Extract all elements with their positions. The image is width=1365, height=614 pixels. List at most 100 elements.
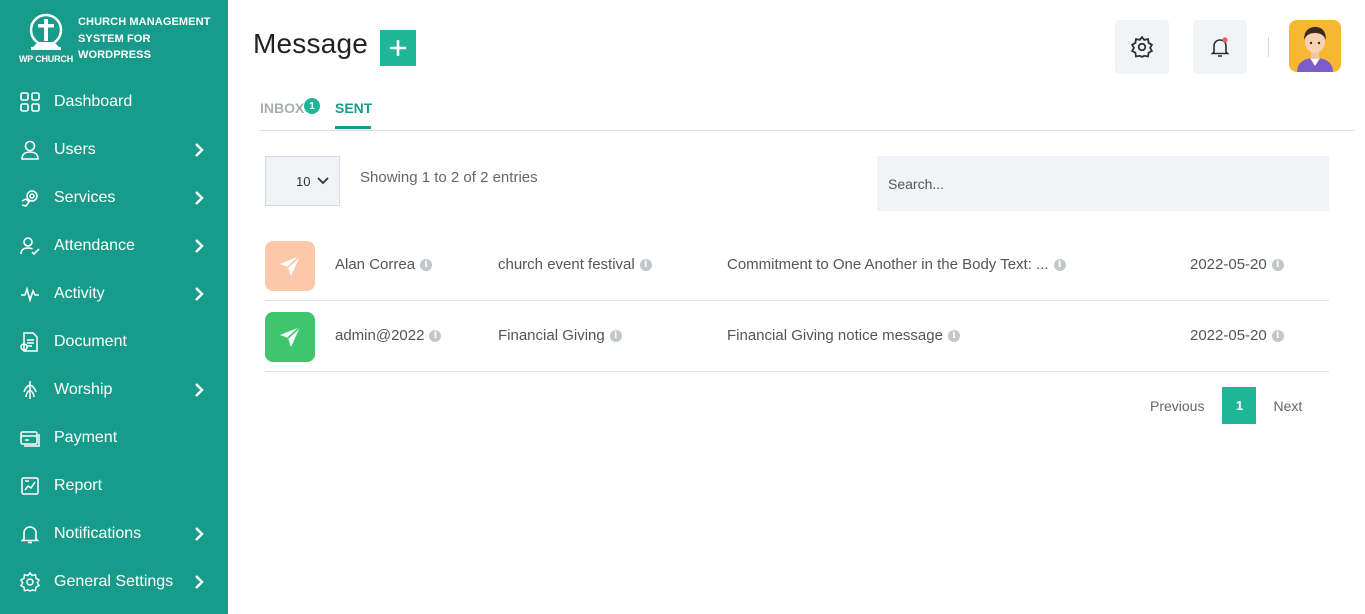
sidebar-item-document[interactable]: Document [0, 318, 228, 366]
sidebar-item-report[interactable]: Report [0, 462, 228, 510]
sidebar-item-activity[interactable]: Activity [0, 270, 228, 318]
recipient: admin@2022 [335, 327, 425, 344]
table-row[interactable]: admin@2022 i Financial Giving i Financial … [265, 301, 1329, 372]
plus-icon [390, 40, 406, 56]
user-icon [20, 140, 40, 160]
chevron-right-icon [195, 383, 204, 397]
bell-icon [1210, 37, 1230, 57]
sidebar-item-attendance[interactable]: Attendance [0, 222, 228, 270]
sidebar: WP CHURCH CHURCH MANAGEMENT SYSTEM FOR W… [0, 0, 228, 614]
chevron-right-icon [195, 527, 204, 541]
sidebar-item-label: Worship [54, 381, 113, 398]
sent-message-icon [265, 312, 315, 362]
inbox-count-badge: 1 [304, 98, 320, 114]
chevron-right-icon [195, 575, 204, 589]
info-icon[interactable]: i [1271, 258, 1284, 271]
page-length-value: 10 [296, 173, 311, 189]
sent-messages-table: Alan Correa i church event festival i Comm… [265, 230, 1329, 372]
recipient-cell: Alan Correa i [335, 256, 433, 273]
sidebar-item-dashboard[interactable]: Dashboard [0, 78, 228, 126]
message-cell: Commitment to One Another in the Body Te… [727, 256, 1066, 273]
chevron-right-icon [195, 143, 204, 157]
brand-title: CHURCH MANAGEMENT SYSTEM FOR WORDPRESS [78, 16, 211, 61]
activity-pulse-icon [20, 284, 40, 304]
attendance-icon [20, 236, 40, 256]
info-icon[interactable]: i [1271, 329, 1284, 342]
info-icon[interactable]: i [1053, 258, 1066, 271]
grid-icon [20, 92, 40, 112]
sidebar-item-users[interactable]: Users [0, 126, 228, 174]
sidebar-item-notifications[interactable]: Notifications [0, 510, 228, 558]
subject: Financial Giving [498, 327, 605, 344]
sidebar-item-label: Payment [54, 429, 118, 446]
date: 2022-05-20 [1190, 327, 1267, 344]
info-icon[interactable]: i [429, 329, 442, 342]
paper-plane-icon [280, 255, 301, 276]
info-icon[interactable]: i [420, 258, 433, 271]
sidebar-item-services[interactable]: Services [0, 174, 228, 222]
sidebar-item-label: Attendance [54, 237, 135, 254]
chevron-down-icon [317, 177, 329, 185]
gear-icon [20, 572, 40, 592]
next-page-button[interactable]: Next [1273, 398, 1302, 414]
info-icon[interactable]: i [947, 329, 960, 342]
add-message-button[interactable] [380, 30, 416, 66]
page-1-button[interactable]: 1 [1222, 387, 1257, 424]
table-row[interactable]: Alan Correa i church event festival i Comm… [265, 230, 1329, 301]
message-preview: Commitment to One Another in the Body Te… [727, 256, 1049, 273]
logo-label: WP CHURCH [18, 54, 74, 64]
recipient-cell: admin@2022 i [335, 327, 442, 344]
tab-inbox[interactable]: INBOX [260, 100, 304, 116]
date-cell: 2022-05-20 i [1190, 256, 1284, 273]
sent-message-icon [265, 241, 315, 291]
sidebar-nav: Dashboard Users Services Attendance Acti… [0, 78, 228, 606]
bell-icon [20, 524, 40, 544]
info-icon[interactable]: i [639, 258, 652, 271]
date-cell: 2022-05-20 i [1190, 327, 1284, 344]
sidebar-item-payment[interactable]: Payment [0, 414, 228, 462]
recipient: Alan Correa [335, 256, 416, 273]
entries-info: Showing 1 to 2 of 2 entries [360, 169, 538, 186]
pagination: Previous 1 Next [1150, 387, 1302, 424]
sidebar-item-label: Notifications [54, 525, 142, 542]
message-cell: Financial Giving notice message i [727, 327, 960, 344]
user-avatar[interactable] [1289, 20, 1341, 72]
sidebar-item-general-settings[interactable]: General Settings [0, 558, 228, 606]
sidebar-item-label: Services [54, 189, 116, 206]
app: WP CHURCH CHURCH MANAGEMENT SYSTEM FOR W… [0, 0, 1365, 614]
avatar-icon [1289, 20, 1341, 72]
subject-cell: Financial Giving i [498, 327, 622, 344]
main-content: Message INBOX 1 SENT 10 Showing 1 to 2 o… [228, 0, 1365, 614]
tab-sent[interactable]: SENT [335, 100, 372, 116]
header-divider [1268, 37, 1269, 57]
message-tabs: INBOX 1 SENT [260, 96, 1355, 131]
sidebar-item-label: Report [54, 477, 103, 494]
page-length-select[interactable]: 10 [265, 156, 340, 206]
info-icon[interactable]: i [609, 329, 622, 342]
chevron-right-icon [195, 287, 204, 301]
search-input[interactable] [877, 156, 1329, 211]
sidebar-item-label: Dashboard [54, 93, 133, 110]
gear-icon [1131, 36, 1153, 58]
worship-icon [20, 380, 40, 400]
brand[interactable]: WP CHURCH CHURCH MANAGEMENT SYSTEM FOR W… [0, 0, 228, 76]
notifications-button[interactable] [1193, 20, 1247, 74]
previous-page-button[interactable]: Previous [1150, 398, 1204, 414]
active-tab-indicator [335, 126, 371, 129]
paper-plane-icon [280, 326, 301, 347]
settings-button[interactable] [1115, 20, 1169, 74]
subject-cell: church event festival i [498, 256, 652, 273]
sidebar-item-label: Users [54, 141, 96, 158]
sidebar-item-label: General Settings [54, 573, 174, 590]
sidebar-item-label: Activity [54, 285, 105, 302]
page-title: Message [253, 28, 369, 59]
chevron-right-icon [195, 191, 204, 205]
sidebar-item-worship[interactable]: Worship [0, 366, 228, 414]
services-icon [20, 188, 40, 208]
date: 2022-05-20 [1190, 256, 1267, 273]
report-icon [20, 476, 40, 496]
sidebar-item-label: Document [54, 333, 127, 350]
subject: church event festival [498, 256, 635, 273]
chevron-right-icon [195, 239, 204, 253]
message-preview: Financial Giving notice message [727, 327, 943, 344]
